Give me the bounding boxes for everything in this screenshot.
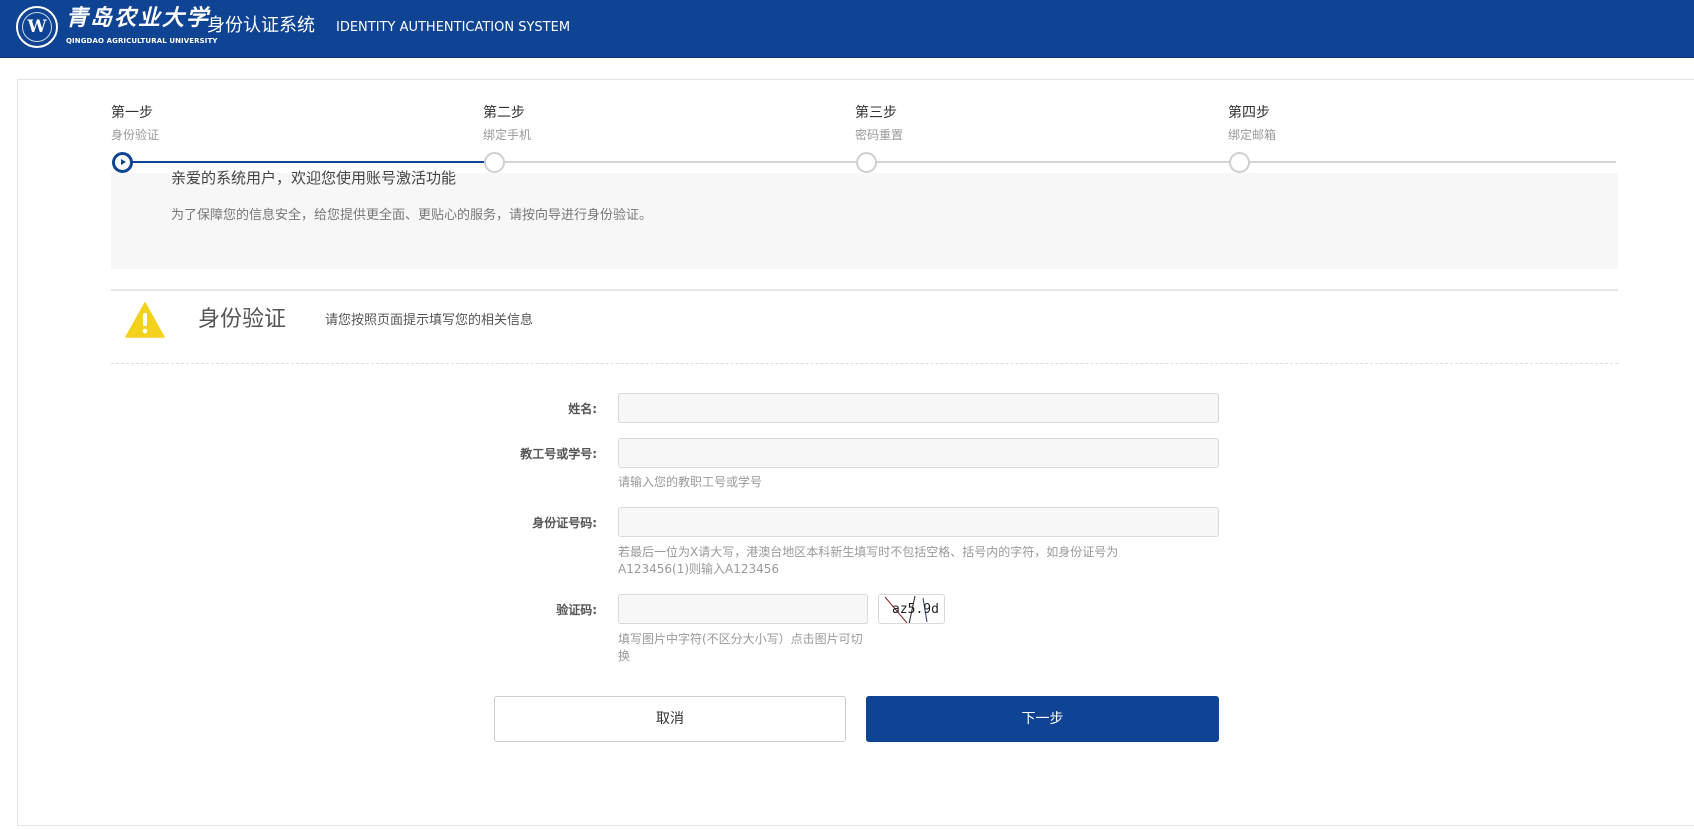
id-card-help-line-2: A123456(1)则输入A123456 <box>618 562 780 576</box>
section-hint: 请您按照页面提示填写您的相关信息 <box>325 313 534 328</box>
step-subtitle: 绑定邮箱 <box>1228 128 1277 142</box>
step-title: 第二步 <box>483 105 525 121</box>
step-subtitle: 身份验证 <box>111 128 160 142</box>
top-header: W 青岛农业大学 QINGDAO AGRICULTURAL UNIVERSITY… <box>0 0 1694 58</box>
id-card-help-line-1: 若最后一位为X请大写，港澳台地区本科新生填写时不包括空格、括号内的字符，如身份证… <box>618 545 1119 559</box>
step-2: 第二步 绑定手机 <box>483 103 531 144</box>
name-label: 姓名: <box>568 402 597 416</box>
staff-id-label: 教工号或学号: <box>520 447 597 461</box>
id-card-label: 身份证号码: <box>532 516 597 530</box>
warning-icon <box>125 302 165 338</box>
welcome-description: 为了保障您的信息安全，给您提供更全面、更贴心的服务，请按向导进行身份验证。 <box>171 208 653 223</box>
step-subtitle: 绑定手机 <box>483 128 532 142</box>
step-title: 第一步 <box>111 105 153 121</box>
seal-glyph: W <box>27 17 47 37</box>
university-name-en: QINGDAO AGRICULTURAL UNIVERSITY <box>66 37 218 45</box>
section-header: 身份验证 请您按照页面提示填写您的相关信息 <box>111 298 1618 358</box>
step-2-node-icon <box>484 152 505 173</box>
step-1: 第一步 身份验证 <box>111 103 159 144</box>
captcha-input[interactable] <box>618 594 868 624</box>
step-title: 第四步 <box>1228 105 1270 121</box>
name-input[interactable] <box>618 393 1219 423</box>
main-card: 第一步 身份验证 第二步 绑定手机 第三步 密码重置 第四步 绑定邮箱 亲爱的系… <box>17 79 1694 826</box>
captcha-image[interactable]: az5.9d <box>878 594 945 624</box>
step-subtitle: 密码重置 <box>855 128 904 142</box>
system-title: 身份认证系统 <box>207 15 315 36</box>
university-name-cn: 青岛农业大学 <box>66 5 211 31</box>
step-4: 第四步 绑定邮箱 <box>1228 103 1276 144</box>
captcha-help-line-1: 填写图片中字符(不区分大小写）点击图片可切 <box>618 632 863 646</box>
dashed-divider <box>111 363 1618 364</box>
staff-id-input[interactable] <box>618 438 1219 468</box>
section-title: 身份验证 <box>198 307 287 332</box>
section-divider <box>111 289 1618 291</box>
captcha-label: 验证码: <box>556 603 597 617</box>
captcha-text: az5.9d <box>892 602 939 617</box>
step-track-progress <box>122 161 494 163</box>
id-card-input[interactable] <box>618 507 1219 537</box>
university-seal-logo[interactable]: W <box>16 6 58 48</box>
step-1-node-icon <box>112 152 133 173</box>
step-title: 第三步 <box>855 105 897 121</box>
next-step-button[interactable]: 下一步 <box>866 696 1219 742</box>
cancel-button[interactable]: 取消 <box>494 696 846 742</box>
system-title-en: IDENTITY AUTHENTICATION SYSTEM <box>336 20 571 35</box>
step-4-node-icon <box>1229 152 1250 173</box>
captcha-help-line-2: 换 <box>618 649 631 663</box>
step-3-node-icon <box>856 152 877 173</box>
step-3: 第三步 密码重置 <box>855 103 903 144</box>
welcome-title: 亲爱的系统用户，欢迎您使用账号激活功能 <box>171 169 457 187</box>
staff-id-help: 请输入您的教职工号或学号 <box>618 475 763 489</box>
